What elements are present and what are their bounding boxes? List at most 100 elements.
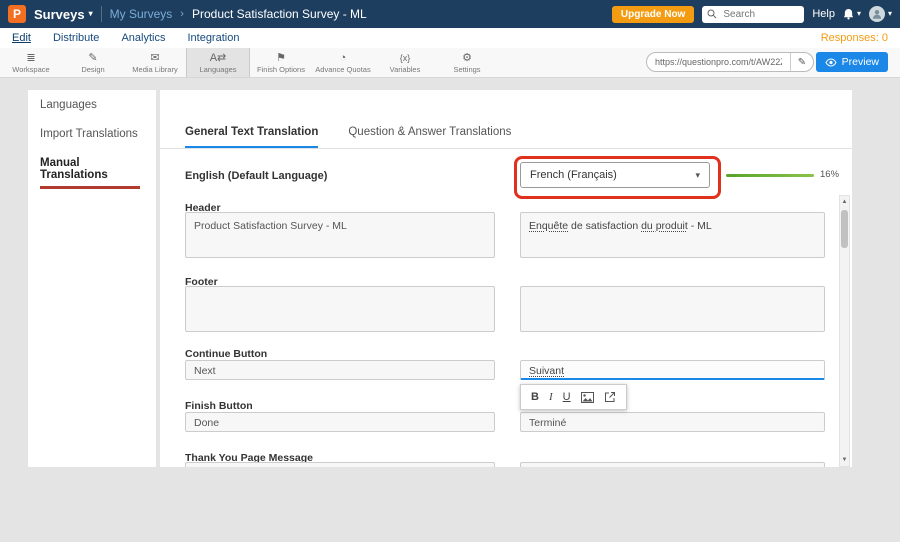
preview-label: Preview — [842, 56, 879, 68]
target-header-segment: de satisfaction — [568, 220, 641, 232]
translation-progress-bar — [726, 174, 814, 177]
app-window: P Surveys ▾ My Surveys › Product Satisfa… — [0, 0, 900, 542]
breadcrumb-survey-title: Product Satisfaction Survey - ML — [192, 7, 367, 21]
toolbar-item-settings[interactable]: ⚙ Settings — [436, 48, 498, 77]
survey-url-input[interactable] — [647, 57, 790, 67]
responses-count[interactable]: Responses: 0 — [821, 32, 888, 44]
panel-scrollbar[interactable]: ▲ ▼ — [839, 195, 850, 467]
source-language-label: English (Default Language) — [185, 170, 327, 182]
languages-icon: A⇄ — [210, 52, 227, 64]
menu-item-distribute[interactable]: Distribute — [53, 32, 99, 44]
settings-gear-icon: ⚙ — [462, 52, 472, 64]
source-continue-input[interactable]: Next — [185, 360, 495, 380]
help-link[interactable]: Help — [812, 8, 835, 20]
menu-item-edit[interactable]: Edit — [12, 32, 31, 44]
menu-item-analytics[interactable]: Analytics — [121, 32, 165, 44]
source-finish-input[interactable]: Done — [185, 412, 495, 432]
sidebar-item-manual-translations[interactable]: Manual Translations — [28, 148, 156, 183]
questionpro-logo[interactable]: P — [8, 5, 26, 23]
tabs-divider — [160, 148, 852, 149]
translation-tabs: General Text Translation Question & Answ… — [185, 126, 511, 149]
source-footer-textarea[interactable] — [185, 286, 495, 332]
chevron-down-icon: ▾ — [695, 170, 700, 181]
source-thank-you-textarea[interactable] — [185, 462, 495, 467]
source-header-text: Product Satisfaction Survey - ML — [194, 220, 347, 232]
chevron-down-icon: ▾ — [888, 10, 892, 18]
scrollbar-thumb[interactable] — [841, 210, 848, 248]
chevron-down-icon: ▾ — [89, 10, 93, 18]
target-finish-text: Terminé — [529, 417, 566, 429]
bold-button[interactable]: B — [531, 392, 539, 403]
translations-sidebar: Languages Import Translations Manual Tra… — [28, 90, 156, 467]
sidebar-item-languages[interactable]: Languages — [28, 90, 156, 119]
toolbar-item-advance-quotas[interactable]: ◔ Advance Quotas — [312, 48, 374, 77]
top-bar: P Surveys ▾ My Surveys › Product Satisfa… — [0, 0, 900, 28]
target-continue-text: Suivant — [529, 365, 564, 377]
toolbar-item-design[interactable]: ✎ Design — [62, 48, 124, 77]
scroll-down-arrow[interactable]: ▼ — [840, 455, 849, 465]
toolbar-item-languages[interactable]: A⇄ Languages — [186, 48, 250, 77]
active-item-red-marker — [40, 186, 140, 189]
advance-quotas-icon: ◔ — [340, 52, 347, 64]
underline-button[interactable]: U — [563, 392, 571, 403]
manual-translations-panel: General Text Translation Question & Answ… — [160, 90, 852, 467]
toolbar-label: Media Library — [132, 65, 177, 74]
tab-general-text-translation[interactable]: General Text Translation — [185, 126, 318, 149]
target-finish-input[interactable]: Terminé — [520, 412, 825, 432]
search-input[interactable] — [721, 8, 797, 21]
workspace-icon: ≣ — [26, 52, 35, 64]
variables-icon: {x} — [400, 52, 411, 64]
toolbar-label: Finish Options — [257, 65, 305, 74]
italic-button[interactable]: I — [549, 392, 553, 403]
menu-item-integration[interactable]: Integration — [187, 32, 239, 44]
breadcrumb-my-surveys[interactable]: My Surveys — [110, 7, 173, 21]
toolbar-label: Settings — [453, 65, 480, 74]
target-continue-input[interactable]: Suivant — [520, 360, 825, 380]
eye-icon — [825, 58, 837, 67]
source-continue-text: Next — [194, 365, 216, 377]
upgrade-now-button[interactable]: Upgrade Now — [612, 6, 694, 23]
tab-question-answer-translations[interactable]: Question & Answer Translations — [348, 126, 511, 149]
toolbar-item-workspace[interactable]: ≣ Workspace — [0, 48, 62, 77]
sidebar-item-import-translations[interactable]: Import Translations — [28, 119, 156, 148]
breadcrumb-separator: › — [180, 8, 184, 20]
search-icon — [707, 9, 717, 19]
avatar — [869, 6, 885, 22]
target-thank-you-textarea[interactable] — [520, 462, 825, 467]
rich-text-format-toolbar: B I U — [520, 384, 627, 410]
design-icon: ✎ — [88, 52, 97, 64]
chevron-down-icon: ▾ — [857, 10, 861, 18]
translation-progress-percent: 16% — [820, 169, 839, 180]
account-menu[interactable]: ▾ — [869, 6, 892, 22]
edit-url-pencil-icon[interactable]: ✎ — [790, 53, 813, 71]
toolbar-label: Variables — [390, 65, 421, 74]
insert-link-icon[interactable] — [604, 391, 616, 403]
toolbar-item-media-library[interactable]: ✉ Media Library — [124, 48, 186, 77]
toolbar-label: Languages — [199, 65, 236, 74]
target-language-select[interactable]: French (Français) ▾ — [520, 162, 710, 188]
toolbar-label: Advance Quotas — [315, 65, 370, 74]
field-label-continue-button: Continue Button — [185, 348, 267, 360]
source-header-textarea[interactable]: Product Satisfaction Survey - ML — [185, 212, 495, 258]
menu-bar: Edit Distribute Analytics Integration Re… — [0, 28, 900, 48]
toolbar-item-finish-options[interactable]: ⚑ Finish Options — [250, 48, 312, 77]
finish-options-icon: ⚑ — [276, 52, 286, 64]
toolbar-label: Design — [81, 65, 104, 74]
survey-url-field[interactable]: ✎ — [646, 52, 814, 72]
product-menu-surveys[interactable]: Surveys ▾ — [34, 7, 93, 22]
search-box[interactable] — [702, 6, 804, 23]
target-language-value: French (Français) — [530, 169, 617, 181]
scroll-up-arrow[interactable]: ▲ — [840, 197, 849, 207]
target-footer-textarea[interactable] — [520, 286, 825, 332]
preview-button[interactable]: Preview — [816, 52, 888, 72]
toolbar-item-variables[interactable]: {x} Variables — [374, 48, 436, 77]
field-label-finish-button: Finish Button — [185, 400, 253, 412]
source-finish-text: Done — [194, 417, 219, 429]
notifications-menu[interactable]: ▾ — [843, 8, 861, 20]
target-header-segment: - ML — [688, 220, 712, 232]
toolbar-label: Workspace — [12, 65, 49, 74]
bell-icon — [843, 8, 854, 20]
divider — [101, 6, 102, 22]
insert-image-icon[interactable] — [581, 392, 594, 403]
target-header-textarea[interactable]: Enquête de satisfaction du produit - ML — [520, 212, 825, 258]
